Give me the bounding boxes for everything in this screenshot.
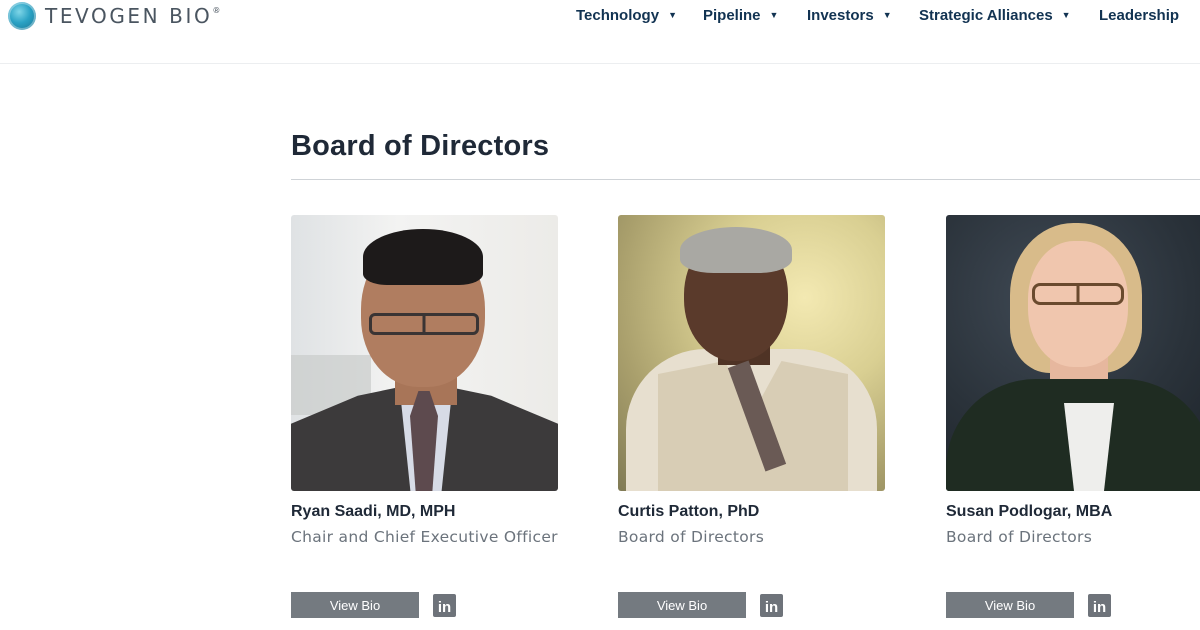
linkedin-icon[interactable]: in	[433, 593, 456, 617]
nav-label: Leadership	[1099, 6, 1180, 24]
member-photo	[946, 215, 1200, 491]
nav-label: Strategic Alliances	[919, 6, 1053, 24]
nav-label: Investors	[807, 6, 874, 24]
member-name: Ryan Saadi, MD, MPH	[291, 503, 456, 520]
member-role: Board of Directors	[946, 528, 1093, 546]
view-bio-button[interactable]: View Bio	[946, 592, 1074, 618]
linkedin-icon[interactable]: in	[1088, 593, 1111, 617]
member-name: Curtis Patton, PhD	[618, 503, 760, 520]
member-role: Chair and Chief Executive Officer	[291, 528, 558, 546]
member-photo	[291, 215, 558, 491]
nav-item-pipeline[interactable]: Pipeline ▼	[703, 7, 778, 24]
chevron-down-icon: ▼	[769, 10, 779, 20]
nav-item-strategic-alliances[interactable]: Strategic Alliances ▼	[919, 7, 1071, 24]
member-card: Susan Podlogar, MBA Board of Directors V…	[946, 215, 1200, 618]
member-name: Susan Podlogar, MBA	[946, 503, 1113, 520]
logo-text: TEVOGEN BIO®	[45, 4, 221, 28]
nav-item-leadership[interactable]: Leadership	[1099, 7, 1179, 24]
chevron-down-icon: ▼	[668, 10, 677, 20]
member-role: Board of Directors	[618, 528, 765, 546]
nav-label: Pipeline	[703, 6, 761, 24]
site-logo[interactable]: TEVOGEN BIO®	[8, 1, 220, 31]
member-photo	[618, 215, 885, 491]
linkedin-icon[interactable]: in	[760, 593, 783, 617]
site-header: TEVOGEN BIO® Technology ▼ Pipeline ▼ Inv…	[0, 0, 1200, 64]
view-bio-button[interactable]: View Bio	[291, 592, 419, 618]
logo-mark-icon	[8, 2, 36, 30]
nav-item-technology[interactable]: Technology ▼	[576, 7, 677, 24]
page-title: Board of Directors	[291, 130, 550, 162]
member-actions: View Bio in	[946, 592, 1111, 618]
view-bio-button[interactable]: View Bio	[618, 592, 746, 618]
chevron-down-icon: ▼	[882, 10, 892, 20]
nav-label: Technology	[576, 6, 660, 24]
divider	[291, 179, 1200, 180]
member-card: Ryan Saadi, MD, MPH Chair and Chief Exec…	[291, 215, 558, 618]
chevron-down-icon: ▼	[1061, 10, 1071, 20]
nav-item-investors[interactable]: Investors ▼	[807, 7, 892, 24]
member-actions: View Bio in	[291, 592, 456, 618]
member-card: Curtis Patton, PhD Board of Directors Vi…	[618, 215, 885, 618]
member-actions: View Bio in	[618, 592, 783, 618]
